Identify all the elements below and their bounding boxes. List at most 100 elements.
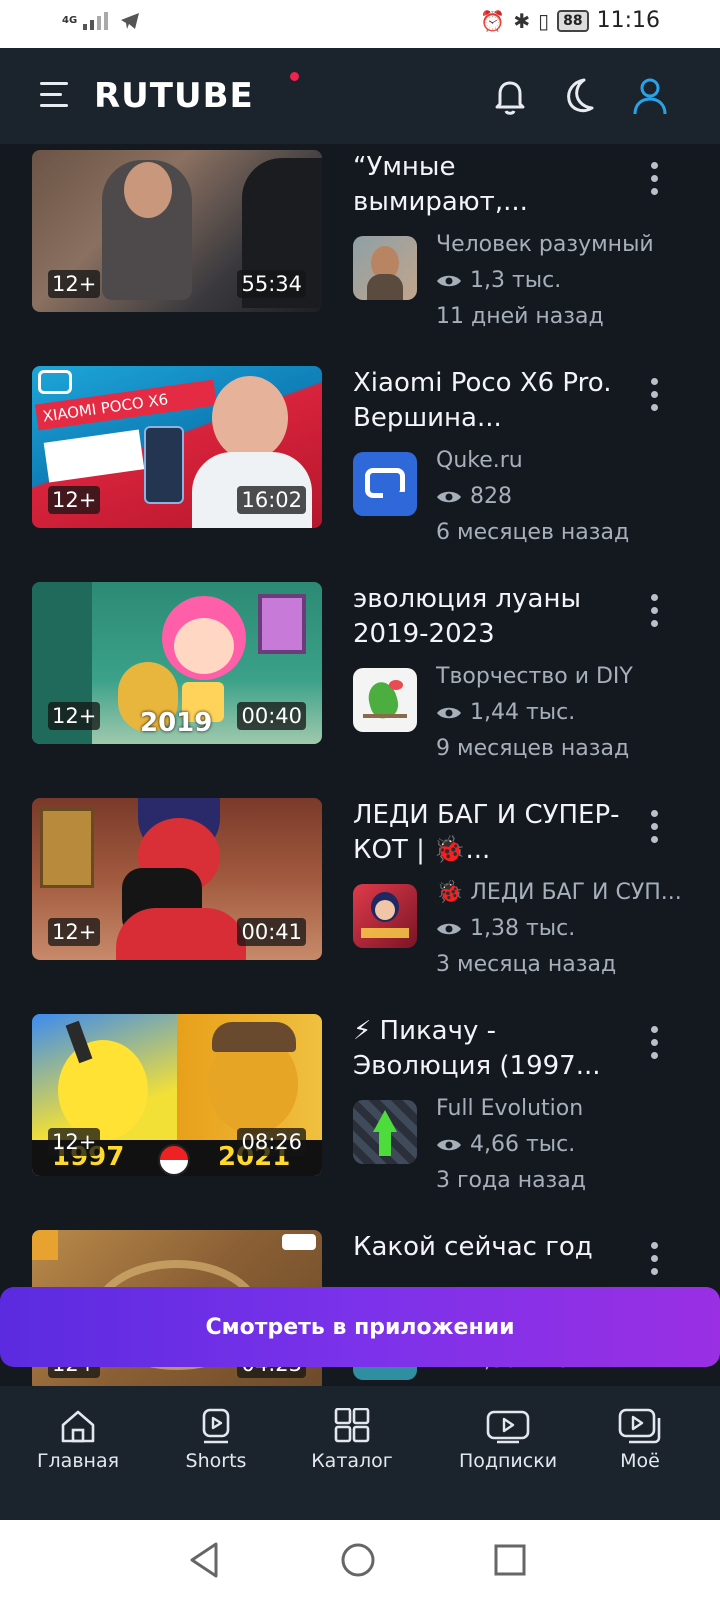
video-title[interactable]: ⚡ Пикачу - Эволюция (1997...	[353, 1014, 625, 1084]
channel-avatar[interactable]	[353, 452, 417, 516]
view-count: 4,66 тыс.	[436, 1132, 575, 1157]
more-options-icon[interactable]	[640, 158, 670, 198]
network-type: 4G	[62, 15, 78, 26]
video-card[interactable]: 12+ 00:41 ЛЕДИ БАГ И СУПЕР-КОТ | 🐞... 🐞 …	[0, 792, 720, 992]
logo-dot	[290, 72, 299, 81]
channel-avatar[interactable]	[353, 884, 417, 948]
nav-label-catalog: Каталог	[311, 1450, 393, 1472]
telegram-icon	[121, 13, 140, 29]
view-count: 1,3 тыс.	[436, 268, 561, 293]
battery-level: 88	[557, 9, 589, 32]
views-text: 828	[470, 484, 512, 509]
channel-name[interactable]: Quke.ru	[436, 448, 686, 473]
video-title[interactable]: “Умные вымирают,...	[353, 150, 625, 220]
view-count: 828	[436, 484, 512, 509]
alarm-icon: ⏰	[480, 8, 506, 33]
vibrate-icon: ▯	[538, 8, 550, 33]
clock: 11:16	[596, 8, 660, 33]
moon-icon[interactable]	[558, 74, 602, 118]
status-bar: 4G ⏰ ✱ ▯ 88 11:16	[0, 0, 720, 48]
upload-time: 6 месяцев назад	[436, 520, 630, 545]
nav-label-shorts: Shorts	[185, 1450, 247, 1472]
more-options-icon[interactable]	[640, 806, 670, 846]
status-left: 4G	[62, 10, 141, 32]
nav-item-subscriptions[interactable]: Подписки	[438, 1408, 578, 1472]
open-in-app-button[interactable]: Смотреть в приложении	[0, 1287, 720, 1367]
eye-icon	[437, 275, 461, 286]
video-title[interactable]: Какой сейчас год	[353, 1230, 625, 1265]
channel-name[interactable]: Творчество и DIY	[436, 664, 686, 689]
channel-avatar[interactable]	[353, 1100, 417, 1164]
rutube-logo[interactable]: RUTUBE	[94, 76, 254, 116]
video-card[interactable]: XIAOMI POCO X6 12+ 16:02 Xiaomi Poco X6 …	[0, 360, 720, 560]
video-thumbnail[interactable]: XIAOMI POCO X6 12+ 16:02	[32, 366, 322, 528]
home-icon	[61, 1410, 95, 1443]
eye-icon	[437, 491, 461, 502]
views-text: 1,44 тыс.	[470, 700, 576, 725]
nav-item-shorts[interactable]: Shorts	[156, 1408, 276, 1472]
channel-avatar[interactable]	[353, 236, 417, 300]
video-thumbnail[interactable]: 12+ 55:34	[32, 150, 322, 312]
home-circle-icon[interactable]	[338, 1540, 378, 1580]
duration-badge: 16:02	[237, 486, 306, 514]
nav-label-subscriptions: Подписки	[458, 1450, 558, 1472]
age-rating-badge: 12+	[48, 702, 101, 730]
system-navigation-bar	[0, 1520, 720, 1600]
video-thumbnail[interactable]: 2019 12+ 00:40	[32, 582, 322, 744]
video-title[interactable]: Xiaomi Poco X6 Pro. Вершина...	[353, 366, 625, 436]
views-text: 4,66 тыс.	[470, 1132, 576, 1157]
views-text: 1,38 тыс.	[470, 916, 576, 941]
nav-item-catalog[interactable]: Каталог	[292, 1408, 412, 1472]
upload-time: 3 года назад	[436, 1168, 586, 1193]
recents-icon[interactable]	[492, 1542, 528, 1578]
channel-name[interactable]: Человек разумный	[436, 232, 686, 257]
age-rating-badge: 12+	[48, 918, 101, 946]
more-options-icon[interactable]	[640, 1238, 670, 1278]
catalog-icon	[334, 1408, 370, 1443]
upload-time: 11 дней назад	[436, 304, 604, 329]
more-options-icon[interactable]	[640, 374, 670, 414]
view-count: 1,44 тыс.	[436, 700, 575, 725]
nav-item-home[interactable]: Главная	[18, 1408, 138, 1472]
age-rating-badge: 12+	[48, 1128, 101, 1156]
video-title[interactable]: ЛЕДИ БАГ И СУПЕР-КОТ | 🐞...	[353, 798, 625, 868]
bluetooth-icon: ✱	[513, 8, 531, 33]
my-videos-icon	[618, 1408, 661, 1444]
bottom-navigation: Главная Shorts Каталог Подписки Моё	[0, 1386, 720, 1520]
subscriptions-icon	[486, 1410, 530, 1444]
channel-name[interactable]: Full Evolution	[436, 1096, 686, 1121]
menu-icon[interactable]	[40, 82, 70, 108]
view-count: 1,38 тыс.	[436, 916, 575, 941]
user-icon[interactable]	[628, 74, 672, 118]
duration-badge: 00:41	[237, 918, 306, 946]
video-thumbnail[interactable]: 1997 2021 12+ 08:26	[32, 1014, 322, 1176]
more-options-icon[interactable]	[640, 590, 670, 630]
nav-item-my[interactable]: Моё	[580, 1408, 700, 1472]
video-feed[interactable]: 12+ 55:34 “Умные вымирают,... Человек ра…	[0, 144, 720, 1390]
channel-name[interactable]: 🐞 ЛЕДИ БАГ И СУП...	[436, 880, 686, 905]
nav-label-my: Моё	[620, 1450, 660, 1472]
duration-badge: 55:34	[237, 270, 306, 298]
eye-icon	[437, 923, 461, 934]
views-text: 1,3 тыс.	[470, 268, 562, 293]
nav-label-home: Главная	[36, 1450, 120, 1472]
channel-avatar[interactable]	[353, 668, 417, 732]
more-options-icon[interactable]	[640, 1022, 670, 1062]
bell-icon[interactable]	[488, 74, 532, 118]
duration-badge: 08:26	[237, 1128, 306, 1156]
status-right: ⏰ ✱ ▯ 88 11:16	[480, 8, 660, 33]
video-card[interactable]: 2019 12+ 00:40 эволюция луаны 2019-2023 …	[0, 576, 720, 776]
eye-icon	[437, 1139, 461, 1150]
app-header: RUTUBE	[0, 48, 720, 144]
duration-badge: 00:40	[237, 702, 306, 730]
video-card[interactable]: 12+ 55:34 “Умные вымирают,... Человек ра…	[0, 144, 720, 344]
back-icon[interactable]	[186, 1540, 222, 1580]
video-card[interactable]: 1997 2021 12+ 08:26 ⚡ Пикачу - Эволюция …	[0, 1008, 720, 1208]
video-thumbnail[interactable]: 12+ 00:41	[32, 798, 322, 960]
age-rating-badge: 12+	[48, 270, 101, 298]
video-title[interactable]: эволюция луаны 2019-2023	[353, 582, 625, 652]
eye-icon	[437, 707, 461, 718]
upload-time: 9 месяцев назад	[436, 736, 630, 761]
shorts-icon	[202, 1408, 230, 1444]
age-rating-badge: 12+	[48, 486, 101, 514]
